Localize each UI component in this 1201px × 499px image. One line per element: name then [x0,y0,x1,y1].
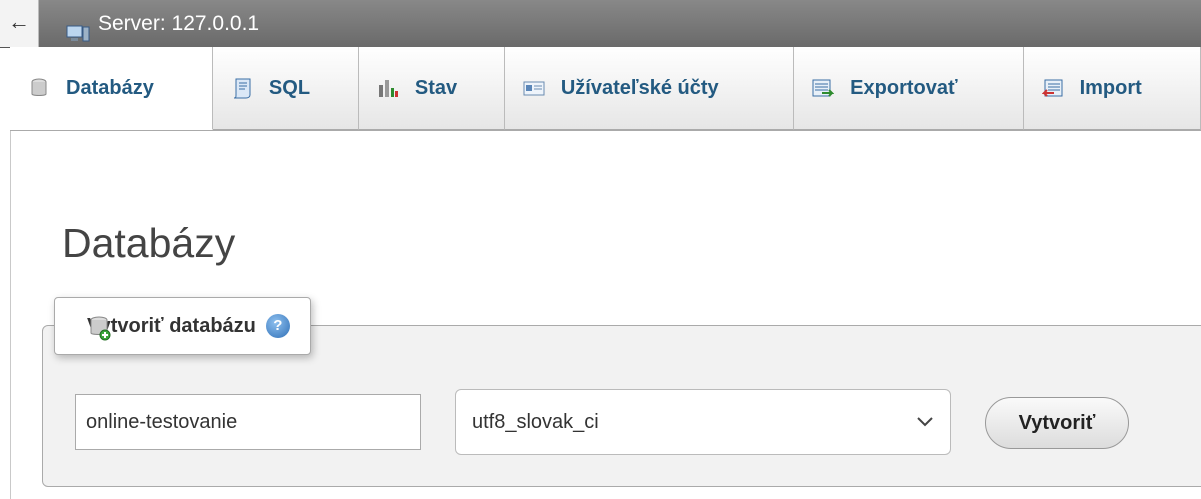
tab-label: Databázy [66,76,154,99]
page-title: Databázy [62,220,236,267]
tab-databases[interactable]: Databázy [10,47,213,130]
tab-label: Import [1079,76,1142,99]
tab-label: Užívateľské účty [560,76,719,99]
collation-select[interactable]: utf8_slovak_ci [455,389,951,455]
collation-value: utf8_slovak_ci [472,410,599,433]
database-icon [28,77,50,99]
server-breadcrumb-bar: ← Server: 127.0.0.1 [0,0,1201,48]
tab-label: Exportovať [850,76,958,99]
tab-import[interactable]: Import [1023,47,1201,130]
tab-user-accounts[interactable]: Užívateľské účty [504,47,795,130]
server-icon [66,15,90,41]
server-breadcrumb[interactable]: Server: 127.0.0.1 [66,0,259,47]
tab-status[interactable]: Stav [358,47,505,130]
tab-sql[interactable]: SQL [212,47,359,130]
sql-icon [231,77,253,99]
tab-label: Stav [414,76,458,99]
create-database-button[interactable]: Vytvoriť [985,397,1129,449]
add-database-icon [89,315,111,341]
import-icon [1041,77,1064,99]
create-database-label: Vytvoriť databázu [87,314,256,337]
status-chart-icon [377,77,399,99]
back-arrow-icon[interactable]: ← [0,0,39,47]
export-icon [812,77,835,99]
main-menu: Databázy SQL Stav Užívateľské účty Expor… [10,47,1201,131]
create-database-legend: Vytvoriť databázu ? [54,297,311,355]
server-label: Server: 127.0.0.1 [98,11,260,35]
help-icon[interactable]: ? [265,314,290,338]
tab-export[interactable]: Exportovať [794,47,1024,130]
user-accounts-icon [523,77,545,99]
database-name-input[interactable] [75,394,421,450]
chevron-down-icon [916,411,934,434]
tab-label: SQL [268,76,311,99]
